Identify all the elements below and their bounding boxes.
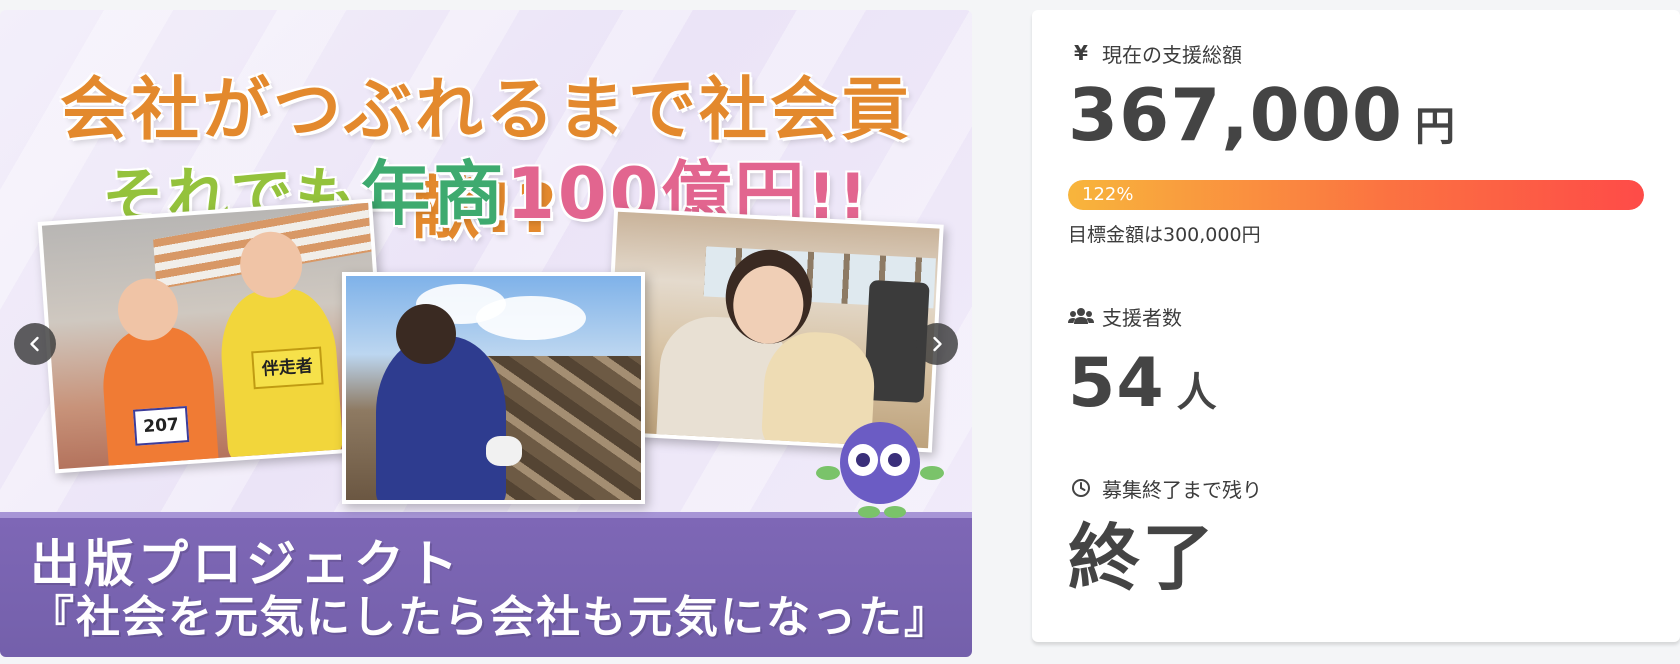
chevron-right-icon <box>933 336 942 352</box>
backers-label-text: 支援者数 <box>1102 305 1182 330</box>
total-funding-label-text: 現在の支援総額 <box>1102 42 1242 67</box>
mascot-foot <box>858 506 880 518</box>
time-remaining-label: 募集終了まで残り <box>1068 475 1680 502</box>
work-glove <box>486 436 522 466</box>
time-remaining-section: 募集終了まで残り 終了 <box>1068 475 1680 601</box>
worker-head <box>396 304 456 364</box>
total-funding-label: ¥ 現在の支援総額 <box>1068 40 1680 67</box>
banner-title: 出版プロジェクト <box>30 535 462 593</box>
mascot-eye <box>880 444 910 476</box>
funding-stats-card: ¥ 現在の支援総額 367,000 円 122% 目標金額は300,000円 支… <box>1032 10 1680 642</box>
total-funding-section: ¥ 現在の支援総額 367,000 円 122% 目標金額は300,000円 <box>1068 40 1680 247</box>
carousel-prev-button[interactable] <box>14 323 56 365</box>
goal-amount-text: 目標金額は300,000円 <box>1068 224 1261 246</box>
backers-count-value: 54 <box>1068 344 1165 423</box>
photo-runners: 207 伴走者 <box>37 198 390 474</box>
currency-unit: 円 <box>1414 104 1455 150</box>
funding-progress-bar: 122% <box>1068 180 1644 210</box>
mascot-eye <box>848 444 878 476</box>
mascot-arm <box>816 466 840 480</box>
project-title-banner: 出版プロジェクト 『社会を元気にしたら会社も元気になった』 <box>0 512 972 657</box>
users-icon <box>1068 307 1094 325</box>
chevron-left-icon <box>30 336 39 352</box>
carousel-next-button[interactable] <box>916 323 958 365</box>
time-remaining-label-text: 募集終了まで残り <box>1102 477 1262 502</box>
guide-bib: 伴走者 <box>251 346 324 390</box>
mascot-arm <box>920 466 944 480</box>
banner-subtitle: 『社会を元気にしたら会社も元気になった』 <box>30 592 950 643</box>
time-remaining-value: 終了 <box>1068 516 1217 600</box>
progress-fill <box>1068 180 1644 210</box>
hero-headline-2b: 年商 <box>360 153 507 235</box>
backers-label: 支援者数 <box>1068 303 1680 330</box>
total-amount-value: 367,000 <box>1068 73 1403 157</box>
backers-count: 54 人 <box>1068 341 1680 427</box>
race-bib: 207 <box>132 406 190 446</box>
total-funding-amount: 367,000 円 <box>1068 72 1680 158</box>
mascot-foot <box>884 506 906 518</box>
debris-pile <box>486 356 641 500</box>
worker-figure <box>376 336 506 500</box>
photo-volunteer-worker <box>342 272 645 504</box>
progress-percentage: 122% <box>1082 184 1134 205</box>
cloud <box>476 296 586 340</box>
backers-unit: 人 <box>1176 370 1217 416</box>
mascot-character <box>810 414 950 524</box>
runner-figure <box>99 324 220 470</box>
yen-icon: ¥ <box>1074 41 1088 65</box>
clock-icon <box>1068 478 1094 498</box>
project-hero-image: 会社がつぶれるまで社会貢献!? それでも年商100億円!! 207 伴走者 出版… <box>0 10 972 657</box>
backers-section: 支援者数 54 人 <box>1068 303 1680 427</box>
